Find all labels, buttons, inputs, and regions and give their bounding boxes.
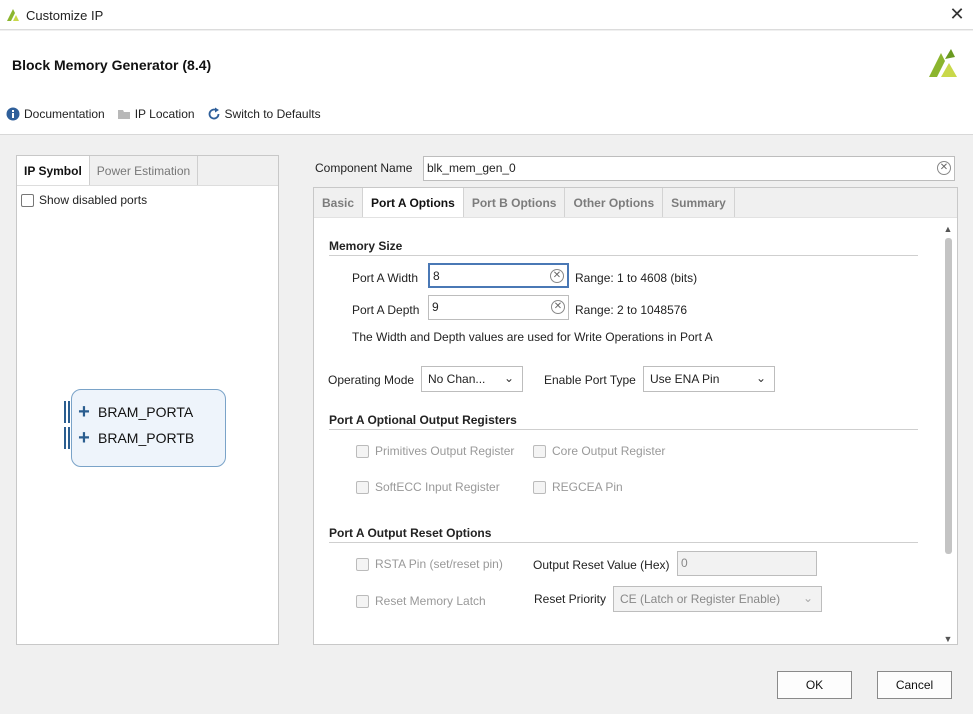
cancel-button[interactable]: Cancel <box>877 671 952 699</box>
checkbox-box[interactable] <box>356 594 369 608</box>
enable-port-type-label: Enable Port Type <box>544 373 636 387</box>
checkbox-box[interactable] <box>356 480 369 494</box>
port-a-depth-input[interactable]: 9 ✕ <box>428 295 569 320</box>
softecc-label: SoftECC Input Register <box>375 480 500 494</box>
chevron-down-icon: ⌄ <box>503 371 514 385</box>
toolbar: Documentation IP Location Switch to Defa… <box>6 107 321 121</box>
core-label: Core Output Register <box>552 444 666 458</box>
tab-summary[interactable]: Summary <box>663 188 735 217</box>
port-label: BRAM_PORTB <box>98 430 195 446</box>
output-reset-value: 0 <box>681 556 688 570</box>
refresh-icon <box>208 107 219 120</box>
core-output-register-checkbox[interactable]: Core Output Register <box>533 444 665 458</box>
ip-symbol-block: + BRAM_PORTA + BRAM_PORTB <box>64 389 226 467</box>
chevron-down-icon[interactable]: ▼ <box>943 634 953 644</box>
checkbox-box[interactable] <box>533 480 546 494</box>
operating-mode-select[interactable]: No Chan... ⌄ <box>421 366 523 392</box>
close-icon[interactable]: ✕ <box>947 4 967 24</box>
checkbox-box[interactable] <box>21 193 34 207</box>
port-a-depth-value: 9 <box>432 300 439 314</box>
port-a-width-value: 8 <box>433 269 440 283</box>
window-title: Customize IP <box>26 8 104 23</box>
tab-ip-symbol[interactable]: IP Symbol <box>17 156 90 185</box>
tab-port-a-options[interactable]: Port A Options <box>363 188 464 217</box>
component-name-value: blk_mem_gen_0 <box>427 161 516 175</box>
port-a-width-label: Port A Width <box>352 271 419 285</box>
ok-button[interactable]: OK <box>777 671 852 699</box>
tab-other-options[interactable]: Other Options <box>565 188 664 217</box>
port-bus-icon <box>64 401 70 423</box>
regcea-label: REGCEA Pin <box>552 480 623 494</box>
softecc-input-register-checkbox[interactable]: SoftECC Input Register <box>356 480 500 494</box>
checkbox-box[interactable] <box>533 444 546 458</box>
tab-port-b-options[interactable]: Port B Options <box>464 188 566 217</box>
documentation-button[interactable]: Documentation <box>6 107 105 121</box>
clear-icon[interactable]: ✕ <box>550 269 564 283</box>
component-name-input[interactable]: blk_mem_gen_0 ✕ <box>423 156 955 181</box>
port-bus-icon <box>64 427 70 449</box>
switch-to-defaults-button[interactable]: Switch to Defaults <box>207 107 321 121</box>
rsta-pin-checkbox[interactable]: RSTA Pin (set/reset pin) <box>356 557 503 571</box>
chevron-up-icon[interactable]: ▲ <box>943 224 953 234</box>
port-a-width-range: Range: 1 to 4608 (bits) <box>575 271 698 285</box>
port-a-width-input[interactable]: 8 ✕ <box>428 263 569 288</box>
tab-power-estimation[interactable]: Power Estimation <box>90 156 199 185</box>
xilinx-logo-icon <box>929 49 957 77</box>
options-tabs: Basic Port A Options Port B Options Othe… <box>314 188 957 218</box>
options-panel: Basic Port A Options Port B Options Othe… <box>313 187 958 645</box>
show-disabled-ports-checkbox[interactable]: Show disabled ports <box>21 193 147 207</box>
scrollbar-thumb[interactable] <box>945 238 952 554</box>
vertical-scrollbar[interactable]: ▲ ▼ <box>943 224 953 644</box>
page-title: Block Memory Generator (8.4) <box>12 57 212 73</box>
reset-priority-value: CE (Latch or Register Enable) <box>620 592 781 606</box>
port-a-depth-range: Range: 2 to 1048576 <box>575 303 688 317</box>
reset-priority-label: Reset Priority <box>534 592 607 606</box>
port-a-depth-label: Port A Depth <box>352 303 420 317</box>
reset-options-heading: Port A Output Reset Options <box>329 526 918 543</box>
operating-mode-label: Operating Mode <box>328 373 415 387</box>
chevron-down-icon: ⌄ <box>802 591 813 605</box>
tab-basic[interactable]: Basic <box>314 188 364 217</box>
output-reset-value-input[interactable]: 0 <box>677 551 817 576</box>
reset-latch-label: Reset Memory Latch <box>375 594 486 608</box>
memory-size-heading: Memory Size <box>329 239 918 256</box>
port-bram-portb[interactable]: + BRAM_PORTB <box>64 427 195 449</box>
component-name-label: Component Name <box>315 161 413 175</box>
documentation-label: Documentation <box>24 107 105 121</box>
clear-icon[interactable]: ✕ <box>937 161 951 175</box>
optional-registers-heading: Port A Optional Output Registers <box>329 413 918 430</box>
width-depth-note: The Width and Depth values are used for … <box>352 330 713 344</box>
ip-location-button[interactable]: IP Location <box>117 107 195 121</box>
left-tabs: IP Symbol Power Estimation <box>17 156 278 186</box>
clear-icon[interactable]: ✕ <box>551 300 565 314</box>
ip-symbol-panel: IP Symbol Power Estimation Show disabled… <box>16 155 279 645</box>
chevron-down-icon: ⌄ <box>755 371 766 385</box>
header: Block Memory Generator (8.4) Documentati… <box>0 31 973 135</box>
info-icon <box>6 107 20 121</box>
enable-port-type-value: Use ENA Pin <box>650 372 720 386</box>
regcea-pin-checkbox[interactable]: REGCEA Pin <box>533 480 623 494</box>
title-bar: Customize IP ✕ <box>0 0 973 30</box>
switch-defaults-label: Switch to Defaults <box>224 107 321 121</box>
folder-icon <box>117 110 130 119</box>
port-bram-porta[interactable]: + BRAM_PORTA <box>64 401 194 423</box>
rsta-label: RSTA Pin (set/reset pin) <box>375 557 503 571</box>
operating-mode-value: No Chan... <box>428 372 486 386</box>
checkbox-box[interactable] <box>356 444 369 458</box>
show-disabled-label: Show disabled ports <box>39 193 148 207</box>
reset-priority-select[interactable]: CE (Latch or Register Enable) ⌄ <box>613 586 822 612</box>
enable-port-type-select[interactable]: Use ENA Pin ⌄ <box>643 366 775 392</box>
primitives-label: Primitives Output Register <box>375 444 515 458</box>
primitives-output-register-checkbox[interactable]: Primitives Output Register <box>356 444 514 458</box>
expand-plus-icon[interactable]: + <box>76 402 92 422</box>
vivado-logo-icon <box>7 9 19 21</box>
expand-plus-icon[interactable]: + <box>76 428 92 448</box>
ip-location-label: IP Location <box>134 107 195 121</box>
output-reset-value-label: Output Reset Value (Hex) <box>533 558 670 572</box>
port-label: BRAM_PORTA <box>98 404 194 420</box>
reset-memory-latch-checkbox[interactable]: Reset Memory Latch <box>356 594 486 608</box>
checkbox-box[interactable] <box>356 557 369 571</box>
